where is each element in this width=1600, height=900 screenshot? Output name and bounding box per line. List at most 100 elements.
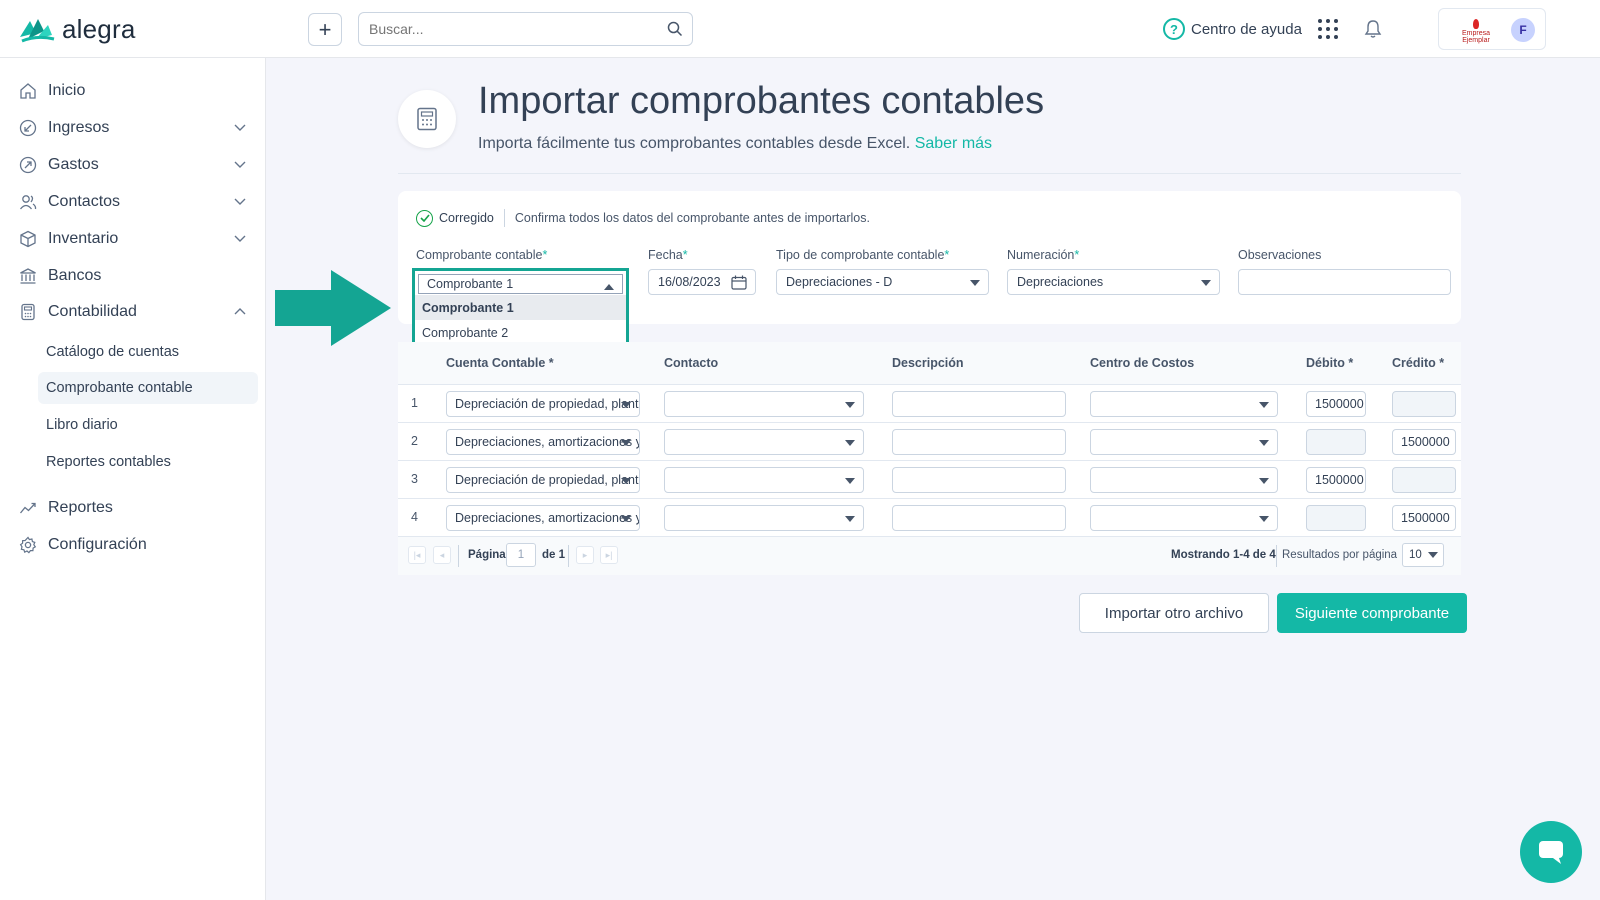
per-page-select[interactable]: 10 bbox=[1402, 543, 1444, 567]
settings-icon bbox=[18, 535, 38, 555]
chevron-up-icon[interactable] bbox=[234, 306, 246, 318]
logo-text: alegra bbox=[62, 14, 136, 44]
descripcion-input[interactable] bbox=[892, 505, 1066, 531]
avatar[interactable]: F bbox=[1511, 18, 1535, 42]
observaciones-input[interactable] bbox=[1238, 269, 1451, 295]
status-message: Confirma todos los datos del comprobante… bbox=[514, 211, 870, 225]
sidebar-item-contactos[interactable]: Contactos bbox=[18, 186, 250, 218]
chevron-down-icon[interactable] bbox=[234, 159, 246, 171]
income-icon bbox=[18, 118, 38, 138]
chat-bubble-icon bbox=[1539, 841, 1563, 864]
calendar-icon[interactable] bbox=[731, 275, 747, 290]
debito-input[interactable]: 1500000 bbox=[1306, 467, 1366, 493]
page-subtitle: Importa fácilmente tus comprobantes cont… bbox=[478, 135, 993, 152]
apps-grid-icon[interactable] bbox=[1318, 19, 1338, 39]
sidebar-item-contabilidad[interactable]: Contabilidad bbox=[18, 296, 250, 328]
centro-costos-select[interactable] bbox=[1090, 505, 1278, 531]
credito-input[interactable] bbox=[1392, 467, 1456, 493]
descripcion-input[interactable] bbox=[892, 467, 1066, 493]
sidebar-subitem-catalogo[interactable]: Catálogo de cuentas bbox=[38, 336, 258, 368]
debito-input[interactable]: 1500000 bbox=[1306, 391, 1366, 417]
contacto-select[interactable] bbox=[664, 505, 864, 531]
cuenta-select[interactable]: Depreciación de propiedad, planta y equi… bbox=[446, 391, 640, 417]
sidebar-item-bancos[interactable]: Bancos bbox=[18, 260, 250, 292]
pager-separator bbox=[1276, 545, 1277, 567]
comprobante-dropdown-highlight: Comprobante 1 Comprobante 1 Comprobante … bbox=[412, 268, 629, 348]
centro-costos-select[interactable] bbox=[1090, 467, 1278, 493]
header-debito: Débito * bbox=[1306, 356, 1354, 370]
table-header: Cuenta Contable * Contacto Descripción C… bbox=[398, 342, 1461, 385]
centro-costos-select[interactable] bbox=[1090, 391, 1278, 417]
caret-down-icon bbox=[1201, 280, 1211, 286]
fecha-field[interactable]: 16/08/2023 bbox=[648, 269, 756, 295]
first-page-icon[interactable]: |◂ bbox=[408, 546, 426, 564]
tipo-select[interactable]: Depreciaciones - D bbox=[776, 269, 989, 295]
question-icon: ? bbox=[1163, 18, 1185, 40]
help-center-link[interactable]: ? Centro de ayuda bbox=[1163, 18, 1302, 40]
sidebar-subitem-reportes-contables[interactable]: Reportes contables bbox=[38, 446, 258, 478]
comprobante-option-1[interactable]: Comprobante 1 bbox=[415, 295, 626, 320]
sidebar-item-reportes[interactable]: Reportes bbox=[18, 492, 250, 524]
numeracion-label: Numeración* bbox=[1007, 248, 1080, 262]
descripcion-input[interactable] bbox=[892, 429, 1066, 455]
sidebar-item-inicio[interactable]: Inicio bbox=[18, 75, 250, 107]
cuenta-select[interactable]: Depreciaciones, amortizaciones y deterio… bbox=[446, 505, 640, 531]
cuenta-select[interactable]: Depreciación de propiedad, planta y equi… bbox=[446, 467, 640, 493]
sidebar-subitem-comprobante[interactable]: Comprobante contable bbox=[38, 372, 258, 404]
page-title: Importar comprobantes contables bbox=[478, 80, 1045, 122]
import-other-file-button[interactable]: Importar otro archivo bbox=[1079, 593, 1269, 633]
chat-support-button[interactable] bbox=[1520, 821, 1582, 883]
per-page-label: Resultados por página bbox=[1282, 549, 1398, 561]
expenses-icon bbox=[18, 155, 38, 175]
company-switcher[interactable]: Empresa Ejemplar F bbox=[1438, 8, 1546, 50]
bank-icon bbox=[18, 266, 38, 286]
sidebar-item-configuracion[interactable]: Configuración bbox=[18, 529, 250, 561]
numeracion-select[interactable]: Depreciaciones bbox=[1007, 269, 1220, 295]
debito-input[interactable] bbox=[1306, 505, 1366, 531]
table-row: 3 Depreciación de propiedad, planta y eq… bbox=[398, 461, 1461, 499]
next-page-icon[interactable]: ▸ bbox=[576, 546, 594, 564]
sidebar: Inicio Ingresos Gastos Contactos Inventa… bbox=[0, 58, 266, 900]
home-icon bbox=[18, 81, 38, 101]
sidebar-item-ingresos[interactable]: Ingresos bbox=[18, 112, 250, 144]
help-center-label: Centro de ayuda bbox=[1191, 20, 1302, 38]
debito-input[interactable] bbox=[1306, 429, 1366, 455]
search-icon[interactable] bbox=[667, 21, 683, 37]
notification-bell-icon[interactable] bbox=[1364, 19, 1382, 39]
credito-input[interactable]: 1500000 bbox=[1392, 505, 1456, 531]
chevron-down-icon[interactable] bbox=[234, 122, 246, 134]
credito-input[interactable]: 1500000 bbox=[1392, 429, 1456, 455]
row-number: 2 bbox=[411, 434, 418, 448]
credito-input[interactable] bbox=[1392, 391, 1456, 417]
header-descripcion: Descripción bbox=[892, 356, 964, 370]
status-separator bbox=[503, 209, 505, 227]
alegra-logo[interactable]: alegra bbox=[18, 14, 135, 45]
sidebar-item-gastos[interactable]: Gastos bbox=[18, 149, 250, 181]
prev-page-icon[interactable]: ◂ bbox=[433, 546, 451, 564]
chevron-down-icon[interactable] bbox=[234, 233, 246, 245]
search-input[interactable] bbox=[359, 13, 649, 45]
sidebar-item-inventario[interactable]: Inventario bbox=[18, 223, 250, 255]
search-box bbox=[358, 12, 693, 46]
last-page-icon[interactable]: ▸| bbox=[600, 546, 618, 564]
comprobante-select[interactable]: Comprobante 1 bbox=[418, 274, 623, 294]
sidebar-subitem-libro-diario[interactable]: Libro diario bbox=[38, 409, 258, 441]
observaciones-label: Observaciones bbox=[1238, 248, 1322, 262]
next-voucher-button[interactable]: Siguiente comprobante bbox=[1277, 593, 1467, 633]
centro-costos-select[interactable] bbox=[1090, 429, 1278, 455]
descripcion-input[interactable] bbox=[892, 391, 1066, 417]
learn-more-link[interactable]: Saber más bbox=[915, 135, 992, 152]
quick-add-button[interactable]: + bbox=[308, 13, 342, 46]
contacto-select[interactable] bbox=[664, 467, 864, 493]
pager-separator bbox=[458, 545, 459, 567]
page-label: Página bbox=[468, 549, 506, 561]
contacto-select[interactable] bbox=[664, 429, 864, 455]
page-number-input[interactable]: 1 bbox=[506, 543, 536, 567]
chevron-down-icon[interactable] bbox=[234, 196, 246, 208]
contacto-select[interactable] bbox=[664, 391, 864, 417]
caret-down-icon bbox=[970, 280, 980, 286]
header-contacto: Contacto bbox=[664, 356, 719, 370]
showing-count: Mostrando 1-4 de 4 bbox=[1171, 549, 1276, 561]
cuenta-select[interactable]: Depreciaciones, amortizaciones y deterio… bbox=[446, 429, 640, 455]
status-badge: Corregido bbox=[439, 211, 494, 225]
